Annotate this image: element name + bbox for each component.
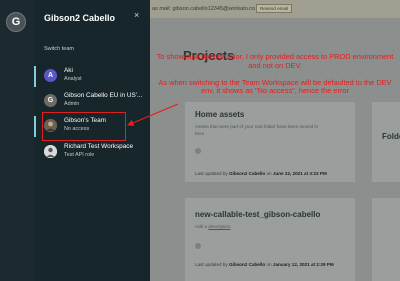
project-card-folder-partial[interactable]: Folde — [372, 102, 400, 182]
team-avatar: A — [44, 69, 57, 82]
team-item-richard-test-workspace[interactable]: Richard Test Workspace Test API role — [34, 140, 150, 165]
card-description: Assets that were part of your root folde… — [195, 124, 319, 136]
team-name: Gibson Cabello EU in US'... — [64, 92, 143, 99]
card-meta: Last updated by Gibson2 Cabello on June … — [195, 171, 327, 176]
team-role: Admin — [64, 101, 80, 107]
panel-title: Gibson2 Cabello — [44, 13, 116, 23]
annotation-line-2: As when switching to the Team Workspace … — [158, 77, 392, 96]
dimmed-main-content: as mail: gibson.cabello12345@workato.co … — [150, 0, 400, 281]
team-role: Analyst — [64, 76, 82, 82]
resend-email-button[interactable]: Resend email — [256, 4, 292, 13]
close-icon[interactable]: × — [134, 10, 139, 20]
active-indicator — [34, 66, 36, 87]
active-indicator — [34, 116, 36, 137]
verification-banner: as mail: gibson.cabello12345@workato.co … — [150, 0, 400, 18]
card-icon — [195, 148, 201, 154]
card-meta: Last updated by Gibson2 Cabello on Janua… — [195, 262, 334, 267]
project-card-home-assets[interactable]: Home assets Assets that were part of you… — [185, 102, 355, 182]
annotation-highlight-box — [42, 112, 126, 141]
project-card-new-callable-test[interactable]: new-callable-test_gibson-cabello Add a d… — [185, 198, 355, 281]
team-item-aki[interactable]: A Aki Analyst — [34, 64, 150, 89]
annotation-line-1: To showcase the behavior, I only provide… — [156, 52, 394, 70]
add-description-link[interactable]: Add a description — [195, 224, 231, 229]
team-item-gibson-cabello-eu[interactable]: G Gibson Cabello EU in US'... Admin — [34, 89, 150, 114]
team-role: Test API role — [64, 152, 95, 158]
card-icon — [195, 243, 201, 249]
card-title: new-callable-test_gibson-cabello — [195, 210, 321, 219]
team-name: Richard Test Workspace — [64, 143, 134, 150]
banner-text: as mail: gibson.cabello12345@workato.co — [152, 6, 256, 12]
team-avatar: G — [44, 94, 57, 107]
left-rail: G — [0, 0, 34, 281]
team-name: Aki — [64, 67, 73, 74]
annotation-text: To showcase the behavior, I only provide… — [152, 52, 398, 104]
section-label: Switch team — [44, 46, 74, 52]
project-card-partial[interactable] — [372, 198, 400, 281]
team-avatar — [44, 145, 57, 158]
card-title: Folde — [382, 132, 400, 141]
card-title: Home assets — [195, 110, 245, 119]
user-avatar[interactable]: G — [6, 12, 26, 32]
